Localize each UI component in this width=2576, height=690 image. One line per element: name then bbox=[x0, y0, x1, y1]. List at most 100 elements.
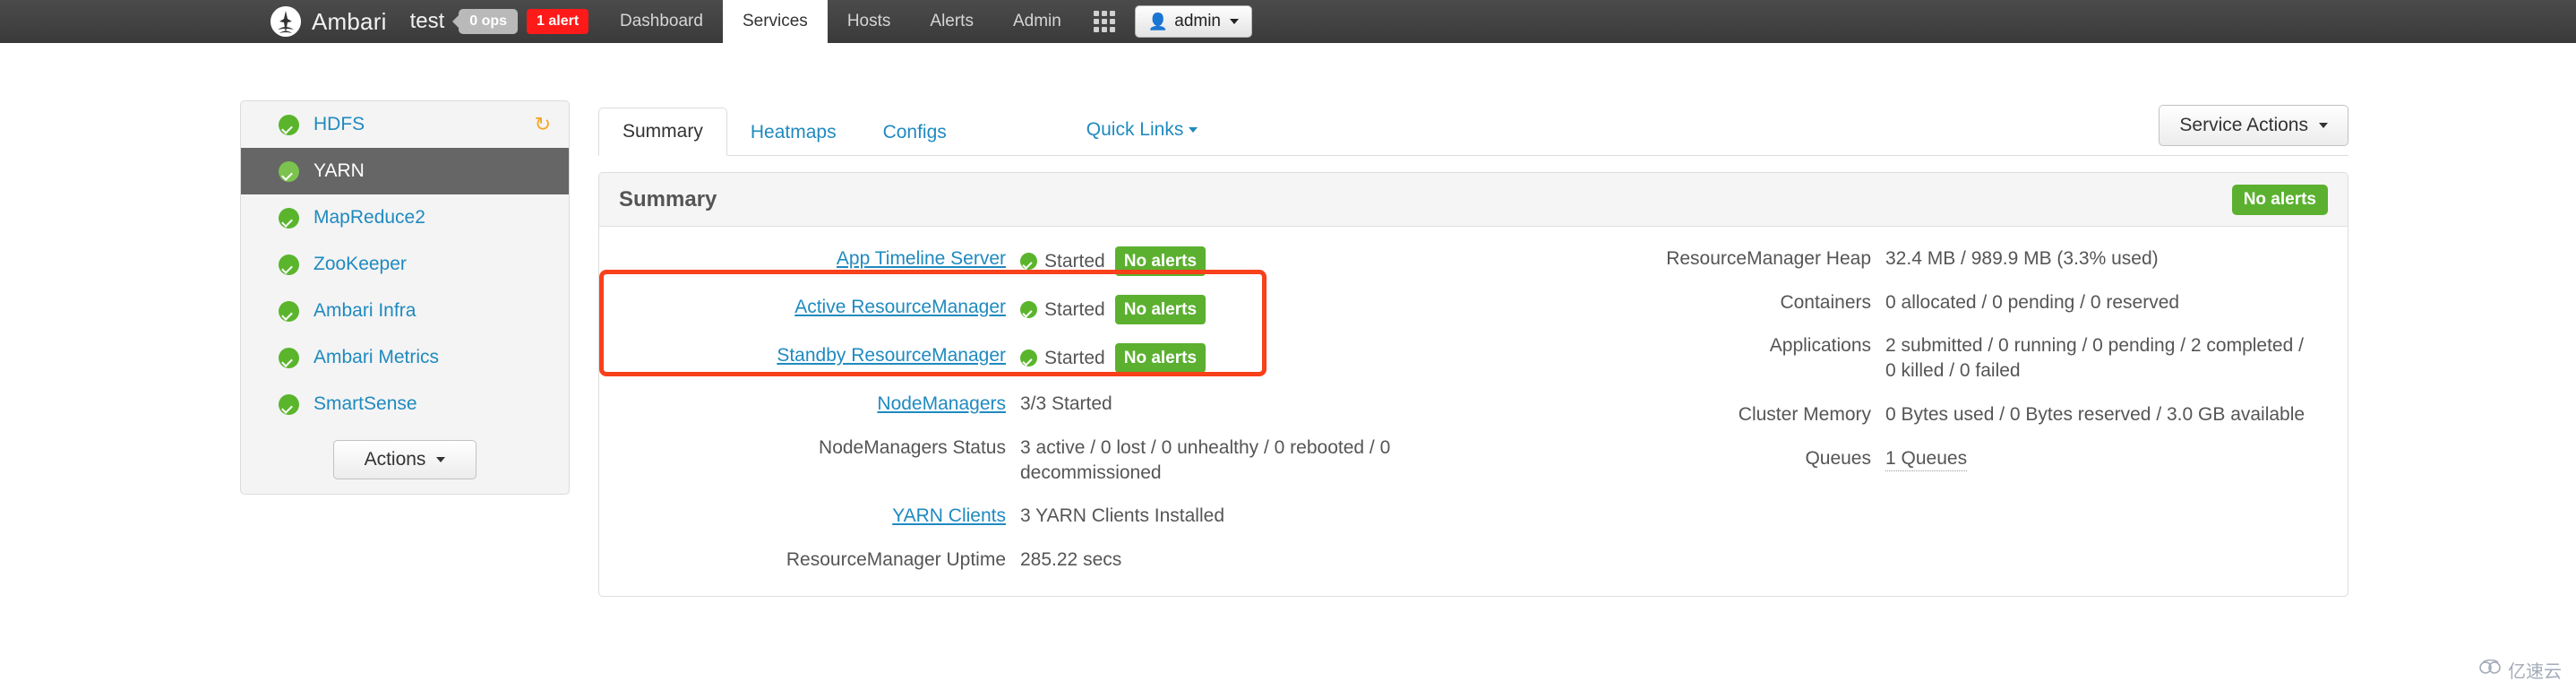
status-ok-icon bbox=[1020, 349, 1037, 367]
service-main-area: Summary Heatmaps Configs Quick Links Ser… bbox=[598, 100, 2348, 597]
summary-row-label: NodeManagers bbox=[599, 392, 1020, 417]
cloud-icon bbox=[2479, 659, 2503, 680]
sidebar-item-yarn[interactable]: YARN bbox=[241, 148, 569, 194]
summary-row-resourcemanager-uptime: ResourceManager Uptime 285.22 secs bbox=[599, 548, 1473, 573]
component-status-text: Started bbox=[1044, 250, 1105, 272]
service-actions-label: Service Actions bbox=[2179, 115, 2308, 135]
summary-row-value: 2 submitted / 0 running / 0 pending / 2 … bbox=[1885, 335, 2304, 382]
component-status-text: Started bbox=[1044, 347, 1105, 368]
restart-required-icon[interactable]: ↻ bbox=[535, 115, 551, 134]
summary-row-label: Queues bbox=[1805, 447, 1871, 469]
summary-row-value: 3 active / 0 lost / 0 unhealthy / 0 rebo… bbox=[1020, 436, 1391, 483]
component-alert-badge[interactable]: No alerts bbox=[1114, 246, 1206, 277]
alert-badge[interactable]: 1 alert bbox=[527, 9, 589, 34]
nav-item-hosts[interactable]: Hosts bbox=[828, 0, 911, 43]
chevron-down-icon bbox=[436, 457, 446, 462]
summary-panel-body: App Timeline Server Started No alerts Ac… bbox=[599, 227, 2348, 596]
cluster-name: test bbox=[409, 9, 445, 33]
sidebar-item-smartsense[interactable]: SmartSense bbox=[241, 381, 569, 427]
summary-row-standby-resourcemanager: Standby ResourceManager Started No alert… bbox=[599, 343, 1473, 374]
app-grid-icon[interactable] bbox=[1081, 0, 1128, 43]
summary-left-column: App Timeline Server Started No alerts Ac… bbox=[599, 246, 1473, 573]
ops-badge[interactable]: 0 ops bbox=[459, 9, 519, 34]
status-ok-icon bbox=[279, 300, 299, 322]
main-nav-items: Dashboard Services Hosts Alerts Admin 👤 … bbox=[600, 0, 2576, 43]
sidebar-item-label: HDFS bbox=[313, 114, 365, 134]
service-actions-area: Service Actions bbox=[2159, 105, 2348, 155]
summary-row-app-timeline-server: App Timeline Server Started No alerts bbox=[599, 246, 1473, 277]
summary-row-value: 32.4 MB / 989.9 MB (3.3% used) bbox=[1885, 248, 2159, 269]
watermark: 亿速云 bbox=[2479, 657, 2562, 683]
status-ok-icon bbox=[279, 207, 299, 229]
status-ok-icon bbox=[279, 160, 299, 182]
sidebar-item-mapreduce2[interactable]: MapReduce2 bbox=[241, 194, 569, 241]
tab-heatmaps[interactable]: Heatmaps bbox=[727, 109, 860, 156]
status-ok-icon bbox=[1020, 253, 1037, 271]
service-tab-bar: Summary Heatmaps Configs Quick Links Ser… bbox=[598, 100, 2348, 156]
sidebar-item-ambari-metrics[interactable]: Ambari Metrics bbox=[241, 334, 569, 381]
summary-panel-header: Summary No alerts bbox=[599, 173, 2348, 227]
yarn-clients-link[interactable]: YARN Clients bbox=[892, 505, 1006, 526]
component-alert-badge[interactable]: No alerts bbox=[1114, 343, 1206, 374]
summary-row-cluster-memory: Cluster Memory 0 Bytes used / 0 Bytes re… bbox=[1473, 402, 2348, 427]
status-ok-icon bbox=[279, 393, 299, 415]
summary-row-label: Cluster Memory bbox=[1738, 403, 1871, 425]
active-resourcemanager-link[interactable]: Active ResourceManager bbox=[794, 297, 1006, 317]
summary-row-nodemanagers-status: NodeManagers Status 3 active / 0 lost / … bbox=[599, 436, 1473, 485]
quick-links-dropdown[interactable]: Quick Links bbox=[1086, 119, 1198, 155]
status-ok-icon bbox=[279, 254, 299, 275]
summary-panel: Summary No alerts App Timeline Server St… bbox=[598, 172, 2348, 597]
summary-row-value: 0 Bytes used / 0 Bytes reserved / 3.0 GB… bbox=[1885, 403, 2306, 425]
nodemanagers-link[interactable]: NodeManagers bbox=[877, 393, 1006, 414]
chevron-down-icon bbox=[1230, 19, 1239, 24]
summary-row-value: 1 Queues bbox=[1885, 446, 1968, 472]
summary-row-label: ResourceManager Uptime bbox=[786, 549, 1006, 571]
status-ok-icon bbox=[279, 347, 299, 368]
summary-row-value: 0 allocated / 0 pending / 0 reserved bbox=[1885, 291, 2180, 313]
nav-item-dashboard[interactable]: Dashboard bbox=[600, 0, 723, 43]
summary-row-value: 3/3 Started bbox=[1020, 393, 1112, 415]
sidebar-item-zookeeper[interactable]: ZooKeeper bbox=[241, 241, 569, 288]
chevron-down-icon bbox=[2319, 123, 2328, 128]
user-menu-button[interactable]: 👤 admin bbox=[1134, 5, 1252, 38]
tab-summary[interactable]: Summary bbox=[598, 108, 727, 156]
status-badge[interactable]: No alerts bbox=[2231, 184, 2328, 215]
summary-row-value: Started No alerts bbox=[1020, 343, 1206, 374]
brand-name[interactable]: Ambari bbox=[312, 8, 387, 36]
summary-right-column: ResourceManager Heap 32.4 MB / 989.9 MB … bbox=[1473, 246, 2348, 573]
component-alert-badge[interactable]: No alerts bbox=[1114, 295, 1206, 325]
service-actions-button[interactable]: Service Actions bbox=[2159, 105, 2348, 146]
sidebar-item-label: MapReduce2 bbox=[313, 207, 425, 228]
summary-row-queues: Queues 1 Queues bbox=[1473, 446, 2348, 472]
summary-row-yarn-clients: YARN Clients 3 YARN Clients Installed bbox=[599, 504, 1473, 529]
person-icon: 👤 bbox=[1147, 13, 1169, 30]
summary-row-nodemanagers: NodeManagers 3/3 Started bbox=[599, 392, 1473, 417]
app-timeline-server-link[interactable]: App Timeline Server bbox=[837, 248, 1006, 269]
sidebar-item-ambari-infra[interactable]: Ambari Infra bbox=[241, 288, 569, 334]
status-ok-icon bbox=[279, 114, 299, 135]
summary-row-label: ResourceManager Heap bbox=[1666, 248, 1871, 269]
nav-item-alerts[interactable]: Alerts bbox=[910, 0, 993, 43]
summary-row-active-resourcemanager: Active ResourceManager Started No alerts bbox=[599, 295, 1473, 325]
sidebar-item-label: Ambari Infra bbox=[313, 300, 416, 321]
summary-row-label: NodeManagers Status bbox=[819, 436, 1006, 458]
status-ok-icon bbox=[1020, 301, 1037, 319]
top-navigation-bar: Ambari test 0 ops 1 alert Dashboard Serv… bbox=[0, 0, 2576, 43]
quick-links-label: Quick Links bbox=[1086, 119, 1184, 140]
queues-value[interactable]: 1 Queues bbox=[1885, 446, 1968, 472]
standby-resourcemanager-link[interactable]: Standby ResourceManager bbox=[777, 345, 1006, 366]
sidebar-item-label: SmartSense bbox=[313, 393, 417, 414]
summary-row-value: Started No alerts bbox=[1020, 295, 1206, 325]
user-menu-label: admin bbox=[1174, 12, 1221, 30]
summary-row-label: Containers bbox=[1780, 291, 1871, 313]
nav-item-services[interactable]: Services bbox=[722, 0, 828, 43]
tab-configs[interactable]: Configs bbox=[860, 109, 970, 156]
nav-item-admin[interactable]: Admin bbox=[993, 0, 1081, 43]
services-sidebar: HDFS ↻ YARN MapReduce2 ZooKeeper Ambari … bbox=[240, 100, 570, 495]
summary-row-resourcemanager-heap: ResourceManager Heap 32.4 MB / 989.9 MB … bbox=[1473, 246, 2348, 272]
ambari-logo-icon[interactable] bbox=[270, 6, 301, 37]
summary-row-label: Applications bbox=[1769, 335, 1871, 357]
sidebar-item-hdfs[interactable]: HDFS ↻ bbox=[241, 101, 569, 148]
sidebar-item-label: YARN bbox=[313, 160, 365, 181]
actions-button[interactable]: Actions bbox=[332, 440, 477, 479]
